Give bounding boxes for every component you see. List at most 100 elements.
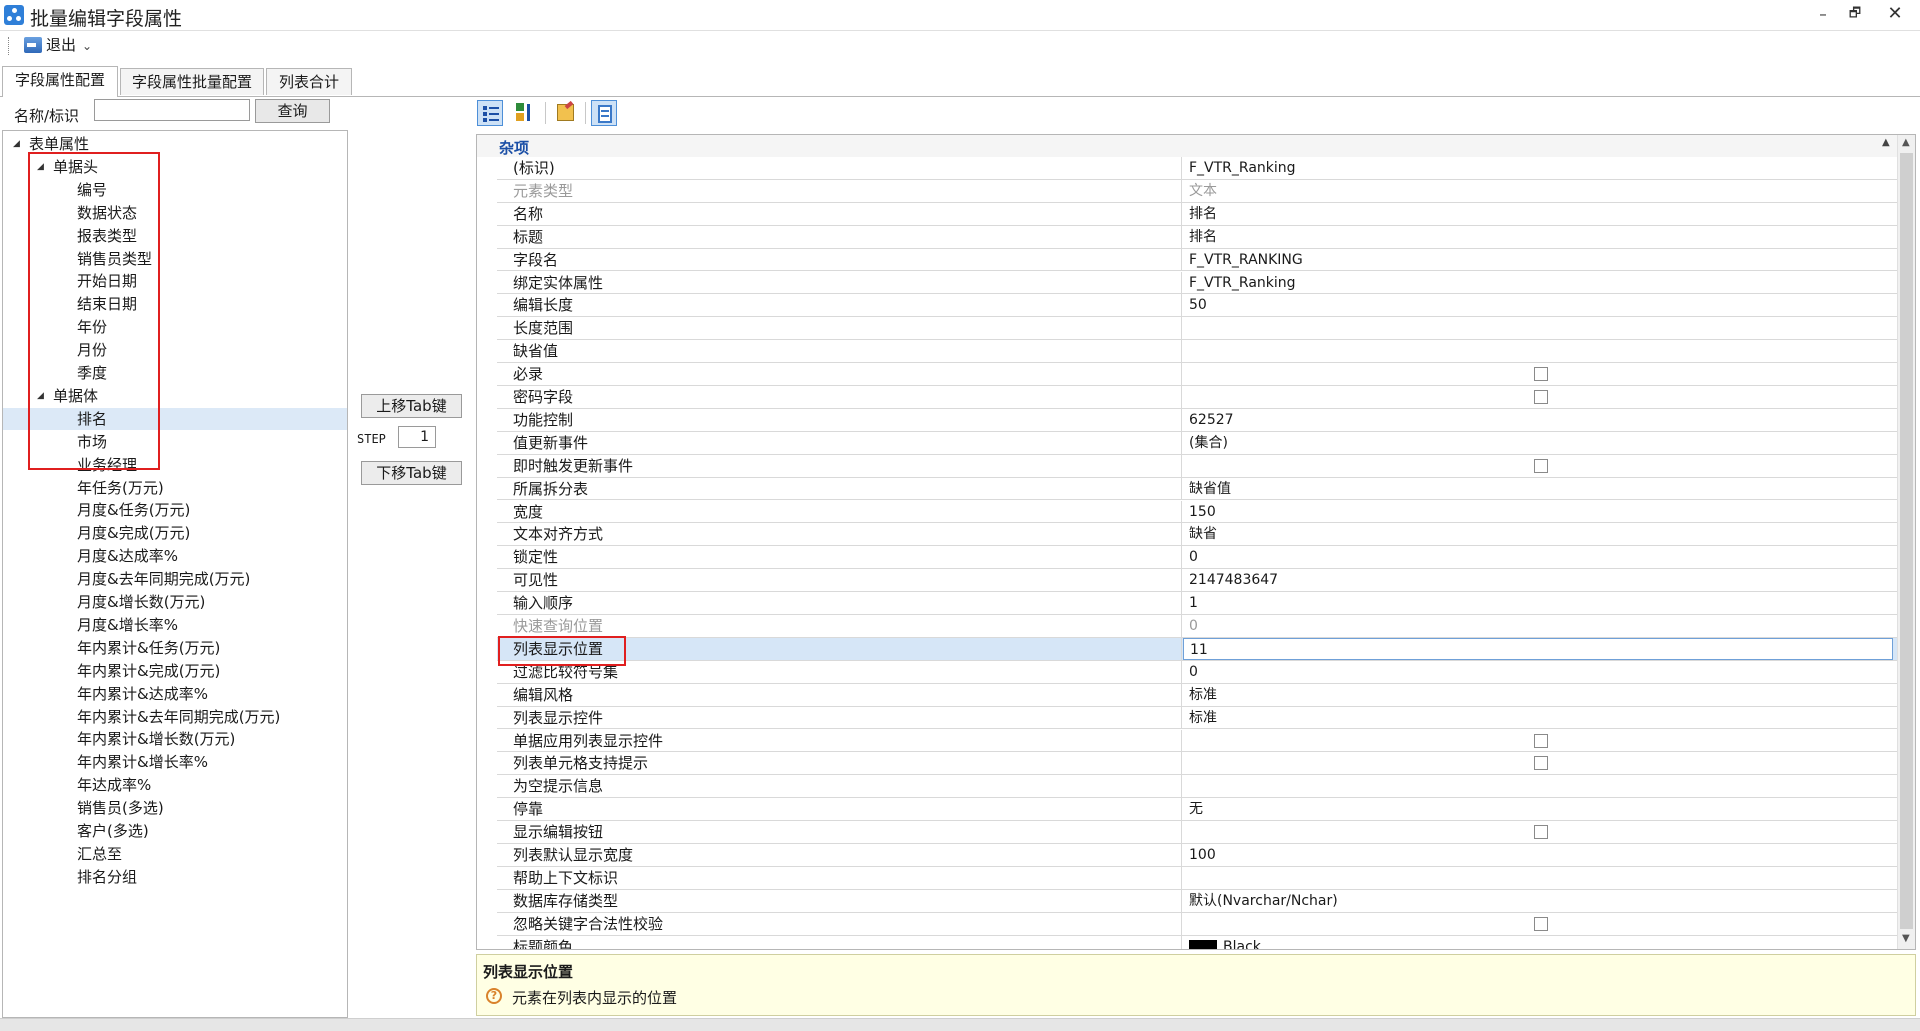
property-checkbox[interactable]: [1534, 825, 1548, 840]
property-value[interactable]: [1183, 340, 1899, 362]
categorized-view-button[interactable]: [477, 100, 503, 126]
tree-item[interactable]: 年内累计&增长数(万元): [77, 728, 235, 750]
property-row[interactable]: 名称 排名: [497, 202, 1899, 226]
property-value[interactable]: (集合): [1183, 432, 1899, 454]
tree-item[interactable]: 报表类型: [77, 225, 137, 247]
tree-item[interactable]: 汇总至: [77, 843, 122, 865]
tree-item[interactable]: 年内累计&达成率%: [77, 683, 208, 705]
exit-button[interactable]: 退出 ⌄: [18, 34, 98, 58]
property-value[interactable]: [1183, 821, 1899, 843]
search-input[interactable]: [94, 99, 250, 121]
property-checkbox[interactable]: [1534, 733, 1548, 748]
tree-item[interactable]: 数据状态: [77, 202, 137, 224]
tree-item[interactable]: 市场: [77, 431, 107, 453]
property-row[interactable]: 所属拆分表 缺省值: [497, 477, 1897, 501]
tree-item[interactable]: 年内累计&任务(万元): [77, 637, 220, 659]
property-value[interactable]: [1183, 775, 1899, 797]
property-row[interactable]: 单据应用列表显示控件: [497, 729, 1899, 753]
tree-item[interactable]: 月份: [77, 339, 107, 361]
property-value[interactable]: 排名: [1183, 203, 1899, 225]
scroll-up-icon[interactable]: ▲: [1902, 137, 1910, 148]
tree-item[interactable]: 编号: [77, 179, 107, 201]
expand-toggle-icon[interactable]: ◢: [13, 133, 20, 155]
property-row[interactable]: 显示编辑按钮: [497, 821, 1897, 844]
properties-button[interactable]: [591, 100, 617, 126]
tree-item[interactable]: 月度&完成(万元): [77, 522, 190, 544]
property-value[interactable]: 2147483647: [1183, 569, 1899, 591]
property-value[interactable]: 缺省: [1183, 523, 1899, 545]
move-tab-down-button[interactable]: 下移Tab键: [361, 461, 462, 485]
property-row[interactable]: 可见性 2147483647: [497, 569, 1899, 593]
property-row[interactable]: 列表显示控件 标准: [497, 706, 1899, 730]
chevron-down-icon[interactable]: ⌄: [82, 39, 92, 53]
tree-group[interactable]: ◢ 单据头: [37, 156, 98, 178]
property-row[interactable]: 即时触发更新事件: [497, 454, 1899, 478]
tree-item[interactable]: 年达成率%: [77, 774, 151, 796]
property-checkbox[interactable]: [1534, 367, 1548, 382]
property-value[interactable]: [1183, 752, 1899, 774]
tree-item[interactable]: 年份: [77, 316, 107, 338]
property-value[interactable]: 默认(Nvarchar/Nchar): [1183, 890, 1899, 912]
tree-item[interactable]: 月度&增长率%: [77, 614, 178, 636]
property-value[interactable]: 11: [1183, 637, 1893, 660]
property-row[interactable]: 长度范围: [497, 317, 1899, 341]
property-value[interactable]: 1: [1183, 592, 1899, 614]
property-checkbox[interactable]: [1534, 756, 1548, 771]
tab-batch-field-properties[interactable]: 字段属性批量配置: [120, 68, 264, 95]
tree-item[interactable]: 客户(多选): [77, 820, 149, 842]
minimize-button[interactable]: –: [1808, 0, 1838, 28]
property-row[interactable]: 文本对齐方式 缺省: [497, 523, 1899, 547]
property-row[interactable]: 编辑长度 50: [497, 294, 1899, 318]
tree-item[interactable]: 业务经理: [77, 454, 137, 476]
property-value[interactable]: 排名: [1183, 226, 1899, 248]
property-value[interactable]: 0: [1183, 615, 1899, 637]
property-row[interactable]: 绑定实体属性 F_VTR_Ranking: [497, 271, 1899, 295]
property-row[interactable]: 元素类型 文本: [497, 179, 1899, 203]
tree-item[interactable]: 销售员类型: [77, 248, 152, 270]
property-row[interactable]: 为空提示信息: [497, 775, 1899, 799]
property-value[interactable]: 50: [1183, 294, 1899, 316]
property-row[interactable]: 字段名 F_VTR_RANKING: [497, 248, 1897, 272]
property-value[interactable]: [1183, 386, 1899, 408]
property-row[interactable]: 输入顺序 1: [497, 592, 1897, 615]
property-value[interactable]: 150: [1183, 501, 1899, 523]
step-input[interactable]: 1: [398, 426, 436, 448]
property-row[interactable]: 缺省值: [497, 340, 1899, 364]
property-value[interactable]: F_VTR_Ranking: [1183, 272, 1899, 294]
property-row[interactable]: 停靠无: [497, 798, 1897, 822]
property-value[interactable]: 0: [1183, 661, 1899, 683]
expand-toggle-icon[interactable]: ◢: [37, 385, 44, 407]
property-row[interactable]: 列表显示位置 11: [497, 637, 1897, 661]
query-button[interactable]: 查询: [255, 99, 330, 123]
property-value[interactable]: Black: [1183, 936, 1899, 949]
property-row[interactable]: 快速查询位置 0: [497, 615, 1897, 638]
property-row[interactable]: 编辑风格 标准: [497, 683, 1897, 707]
property-row[interactable]: 列表单元格支持提示: [497, 752, 1899, 776]
property-value[interactable]: F_VTR_Ranking: [1183, 157, 1899, 179]
property-value[interactable]: [1183, 730, 1899, 752]
property-value[interactable]: 文本: [1183, 180, 1899, 202]
property-row[interactable]: 过滤比较符号集 0: [497, 660, 1899, 684]
vertical-scrollbar[interactable]: ▲ ▼: [1897, 135, 1915, 949]
tree-item[interactable]: 排名: [3, 407, 347, 430]
property-value[interactable]: [1183, 455, 1899, 477]
tree-group[interactable]: ◢ 单据体: [37, 385, 98, 407]
tree-item[interactable]: 销售员(多选): [77, 797, 164, 819]
property-row[interactable]: 忽略关键字合法性校验: [497, 912, 1899, 936]
property-checkbox[interactable]: [1534, 390, 1548, 404]
restore-button[interactable]: 🗗: [1840, 0, 1870, 28]
property-value[interactable]: [1183, 913, 1899, 935]
property-value[interactable]: 0: [1183, 546, 1899, 568]
property-value[interactable]: [1183, 867, 1899, 889]
move-tab-up-button[interactable]: 上移Tab键: [361, 394, 462, 418]
property-value[interactable]: 62527: [1183, 409, 1899, 431]
property-value[interactable]: 标准: [1183, 707, 1899, 729]
property-value[interactable]: [1183, 317, 1899, 339]
tree-item[interactable]: 排名分组: [77, 866, 137, 888]
property-row[interactable]: 值更新事件 (集合): [497, 431, 1899, 455]
scroll-down-icon[interactable]: ▼: [1902, 933, 1910, 944]
property-row[interactable]: 标题颜色 Black: [497, 935, 1899, 949]
property-checkbox[interactable]: [1534, 458, 1548, 473]
tree-item[interactable]: 年任务(万元): [77, 477, 164, 499]
property-pages-button[interactable]: [553, 100, 579, 126]
